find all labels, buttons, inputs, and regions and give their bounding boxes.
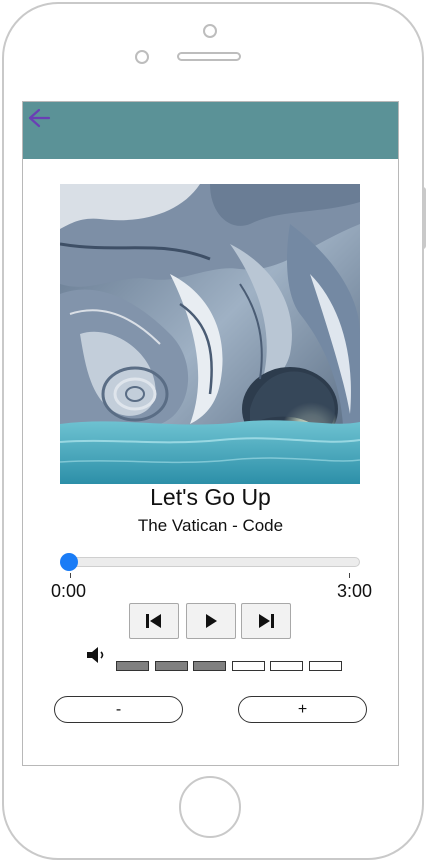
increase-button[interactable]: + — [238, 696, 367, 723]
volume-segment[interactable] — [309, 661, 342, 671]
progress-slider[interactable] — [60, 553, 360, 571]
progress-start-tick — [70, 573, 71, 578]
play-icon — [206, 614, 217, 628]
progress-slider-thumb[interactable] — [60, 553, 78, 571]
speaker-icon — [87, 647, 104, 663]
song-title: Let's Go Up — [150, 484, 271, 510]
home-button[interactable] — [179, 776, 241, 838]
skip-previous-icon — [146, 614, 161, 628]
app-bar — [23, 102, 398, 159]
current-time: 0:00 — [51, 581, 87, 601]
volume-segment[interactable] — [154, 661, 188, 671]
album-art — [60, 184, 360, 484]
volume-segment[interactable] — [116, 661, 149, 671]
next-track-button[interactable] — [241, 603, 291, 639]
previous-track-button[interactable] — [129, 603, 179, 639]
volume-segment[interactable] — [193, 661, 227, 671]
back-arrow-icon[interactable] — [25, 106, 51, 130]
progress-end-tick — [349, 573, 350, 578]
play-button[interactable] — [186, 603, 236, 639]
volume-segment[interactable] — [231, 661, 265, 671]
phone-screen: Let's Go Up The Vatican - Code 0:00 3:00… — [22, 101, 399, 766]
front-camera — [203, 24, 217, 38]
album-art-image — [60, 184, 360, 484]
proximity-sensor — [135, 50, 149, 64]
song-artist: The Vatican - Code — [137, 516, 284, 535]
decrease-button[interactable]: - — [54, 696, 183, 723]
skip-next-icon — [259, 614, 274, 628]
earpiece-speaker — [177, 52, 241, 61]
volume-segment[interactable] — [270, 661, 304, 671]
total-time: 3:00 — [336, 581, 372, 601]
